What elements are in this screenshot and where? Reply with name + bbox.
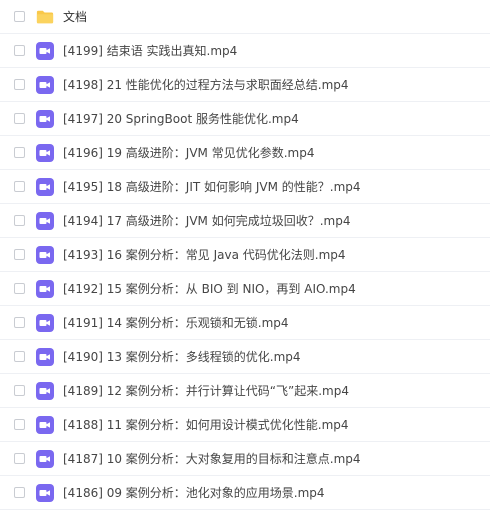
video-icon xyxy=(36,449,54,468)
row-checkbox[interactable] xyxy=(14,113,25,124)
file-list: 文档 [4199] 结束语 实践出真知.mp4 [4198] 21 性能优化的过… xyxy=(0,0,490,510)
row-checkbox[interactable] xyxy=(14,181,25,192)
file-name[interactable]: [4195] 18 高级进阶：JIT 如何影响 JVM 的性能？.mp4 xyxy=(63,179,361,195)
file-row-video[interactable]: [4191] 14 案例分析：乐观锁和无锁.mp4 xyxy=(0,306,490,340)
file-name[interactable]: [4199] 结束语 实践出真知.mp4 xyxy=(63,43,237,59)
row-checkbox[interactable] xyxy=(14,453,25,464)
folder-icon xyxy=(36,8,54,26)
file-name[interactable]: [4191] 14 案例分析：乐观锁和无锁.mp4 xyxy=(63,315,289,331)
row-checkbox[interactable] xyxy=(14,249,25,260)
video-icon xyxy=(36,177,54,196)
file-row-video[interactable]: [4190] 13 案例分析：多线程锁的优化.mp4 xyxy=(0,340,490,374)
file-row-video[interactable]: [4194] 17 高级进阶：JVM 如何完成垃圾回收？.mp4 xyxy=(0,204,490,238)
file-name[interactable]: [4197] 20 SpringBoot 服务性能优化.mp4 xyxy=(63,111,299,127)
video-icon xyxy=(36,41,54,60)
file-name[interactable]: [4198] 21 性能优化的过程方法与求职面经总结.mp4 xyxy=(63,77,349,93)
video-icon xyxy=(36,279,54,298)
file-name[interactable]: [4189] 12 案例分析：并行计算让代码“飞”起来.mp4 xyxy=(63,383,349,399)
row-checkbox[interactable] xyxy=(14,283,25,294)
file-name[interactable]: [4188] 11 案例分析：如何用设计模式优化性能.mp4 xyxy=(63,417,349,433)
video-icon xyxy=(36,109,54,128)
row-checkbox[interactable] xyxy=(14,45,25,56)
row-checkbox[interactable] xyxy=(14,215,25,226)
video-icon xyxy=(36,313,54,332)
file-row-video[interactable]: [4199] 结束语 实践出真知.mp4 xyxy=(0,34,490,68)
file-row-video[interactable]: [4193] 16 案例分析：常见 Java 代码优化法则.mp4 xyxy=(0,238,490,272)
row-checkbox[interactable] xyxy=(14,317,25,328)
video-icon xyxy=(36,75,54,94)
video-icon xyxy=(36,211,54,230)
file-row-video[interactable]: [4198] 21 性能优化的过程方法与求职面经总结.mp4 xyxy=(0,68,490,102)
video-icon xyxy=(36,245,54,264)
video-icon xyxy=(36,381,54,400)
row-checkbox[interactable] xyxy=(14,351,25,362)
file-row-video[interactable]: [4195] 18 高级进阶：JIT 如何影响 JVM 的性能？.mp4 xyxy=(0,170,490,204)
video-icon xyxy=(36,347,54,366)
file-row-video[interactable]: [4192] 15 案例分析：从 BIO 到 NIO，再到 AIO.mp4 xyxy=(0,272,490,306)
file-row-video[interactable]: [4197] 20 SpringBoot 服务性能优化.mp4 xyxy=(0,102,490,136)
file-row-video[interactable]: [4196] 19 高级进阶：JVM 常见优化参数.mp4 xyxy=(0,136,490,170)
file-row-video[interactable]: [4187] 10 案例分析：大对象复用的目标和注意点.mp4 xyxy=(0,442,490,476)
file-row-video[interactable]: [4189] 12 案例分析：并行计算让代码“飞”起来.mp4 xyxy=(0,374,490,408)
file-name[interactable]: [4196] 19 高级进阶：JVM 常见优化参数.mp4 xyxy=(63,145,314,161)
file-row-video[interactable]: [4186] 09 案例分析：池化对象的应用场景.mp4 xyxy=(0,476,490,510)
file-name[interactable]: [4193] 16 案例分析：常见 Java 代码优化法则.mp4 xyxy=(63,247,346,263)
row-checkbox[interactable] xyxy=(14,385,25,396)
row-checkbox[interactable] xyxy=(14,419,25,430)
file-name[interactable]: [4194] 17 高级进阶：JVM 如何完成垃圾回收？.mp4 xyxy=(63,213,350,229)
video-icon xyxy=(36,415,54,434)
file-row-video[interactable]: [4188] 11 案例分析：如何用设计模式优化性能.mp4 xyxy=(0,408,490,442)
file-name[interactable]: [4192] 15 案例分析：从 BIO 到 NIO，再到 AIO.mp4 xyxy=(63,281,356,297)
file-name[interactable]: [4187] 10 案例分析：大对象复用的目标和注意点.mp4 xyxy=(63,451,361,467)
row-checkbox[interactable] xyxy=(14,487,25,498)
row-checkbox[interactable] xyxy=(14,79,25,90)
row-checkbox[interactable] xyxy=(14,11,25,22)
file-name[interactable]: [4190] 13 案例分析：多线程锁的优化.mp4 xyxy=(63,349,301,365)
video-icon xyxy=(36,483,54,502)
file-name[interactable]: 文档 xyxy=(63,9,87,25)
video-icon xyxy=(36,143,54,162)
row-checkbox[interactable] xyxy=(14,147,25,158)
file-name[interactable]: [4186] 09 案例分析：池化对象的应用场景.mp4 xyxy=(63,485,325,501)
file-row-folder[interactable]: 文档 xyxy=(0,0,490,34)
